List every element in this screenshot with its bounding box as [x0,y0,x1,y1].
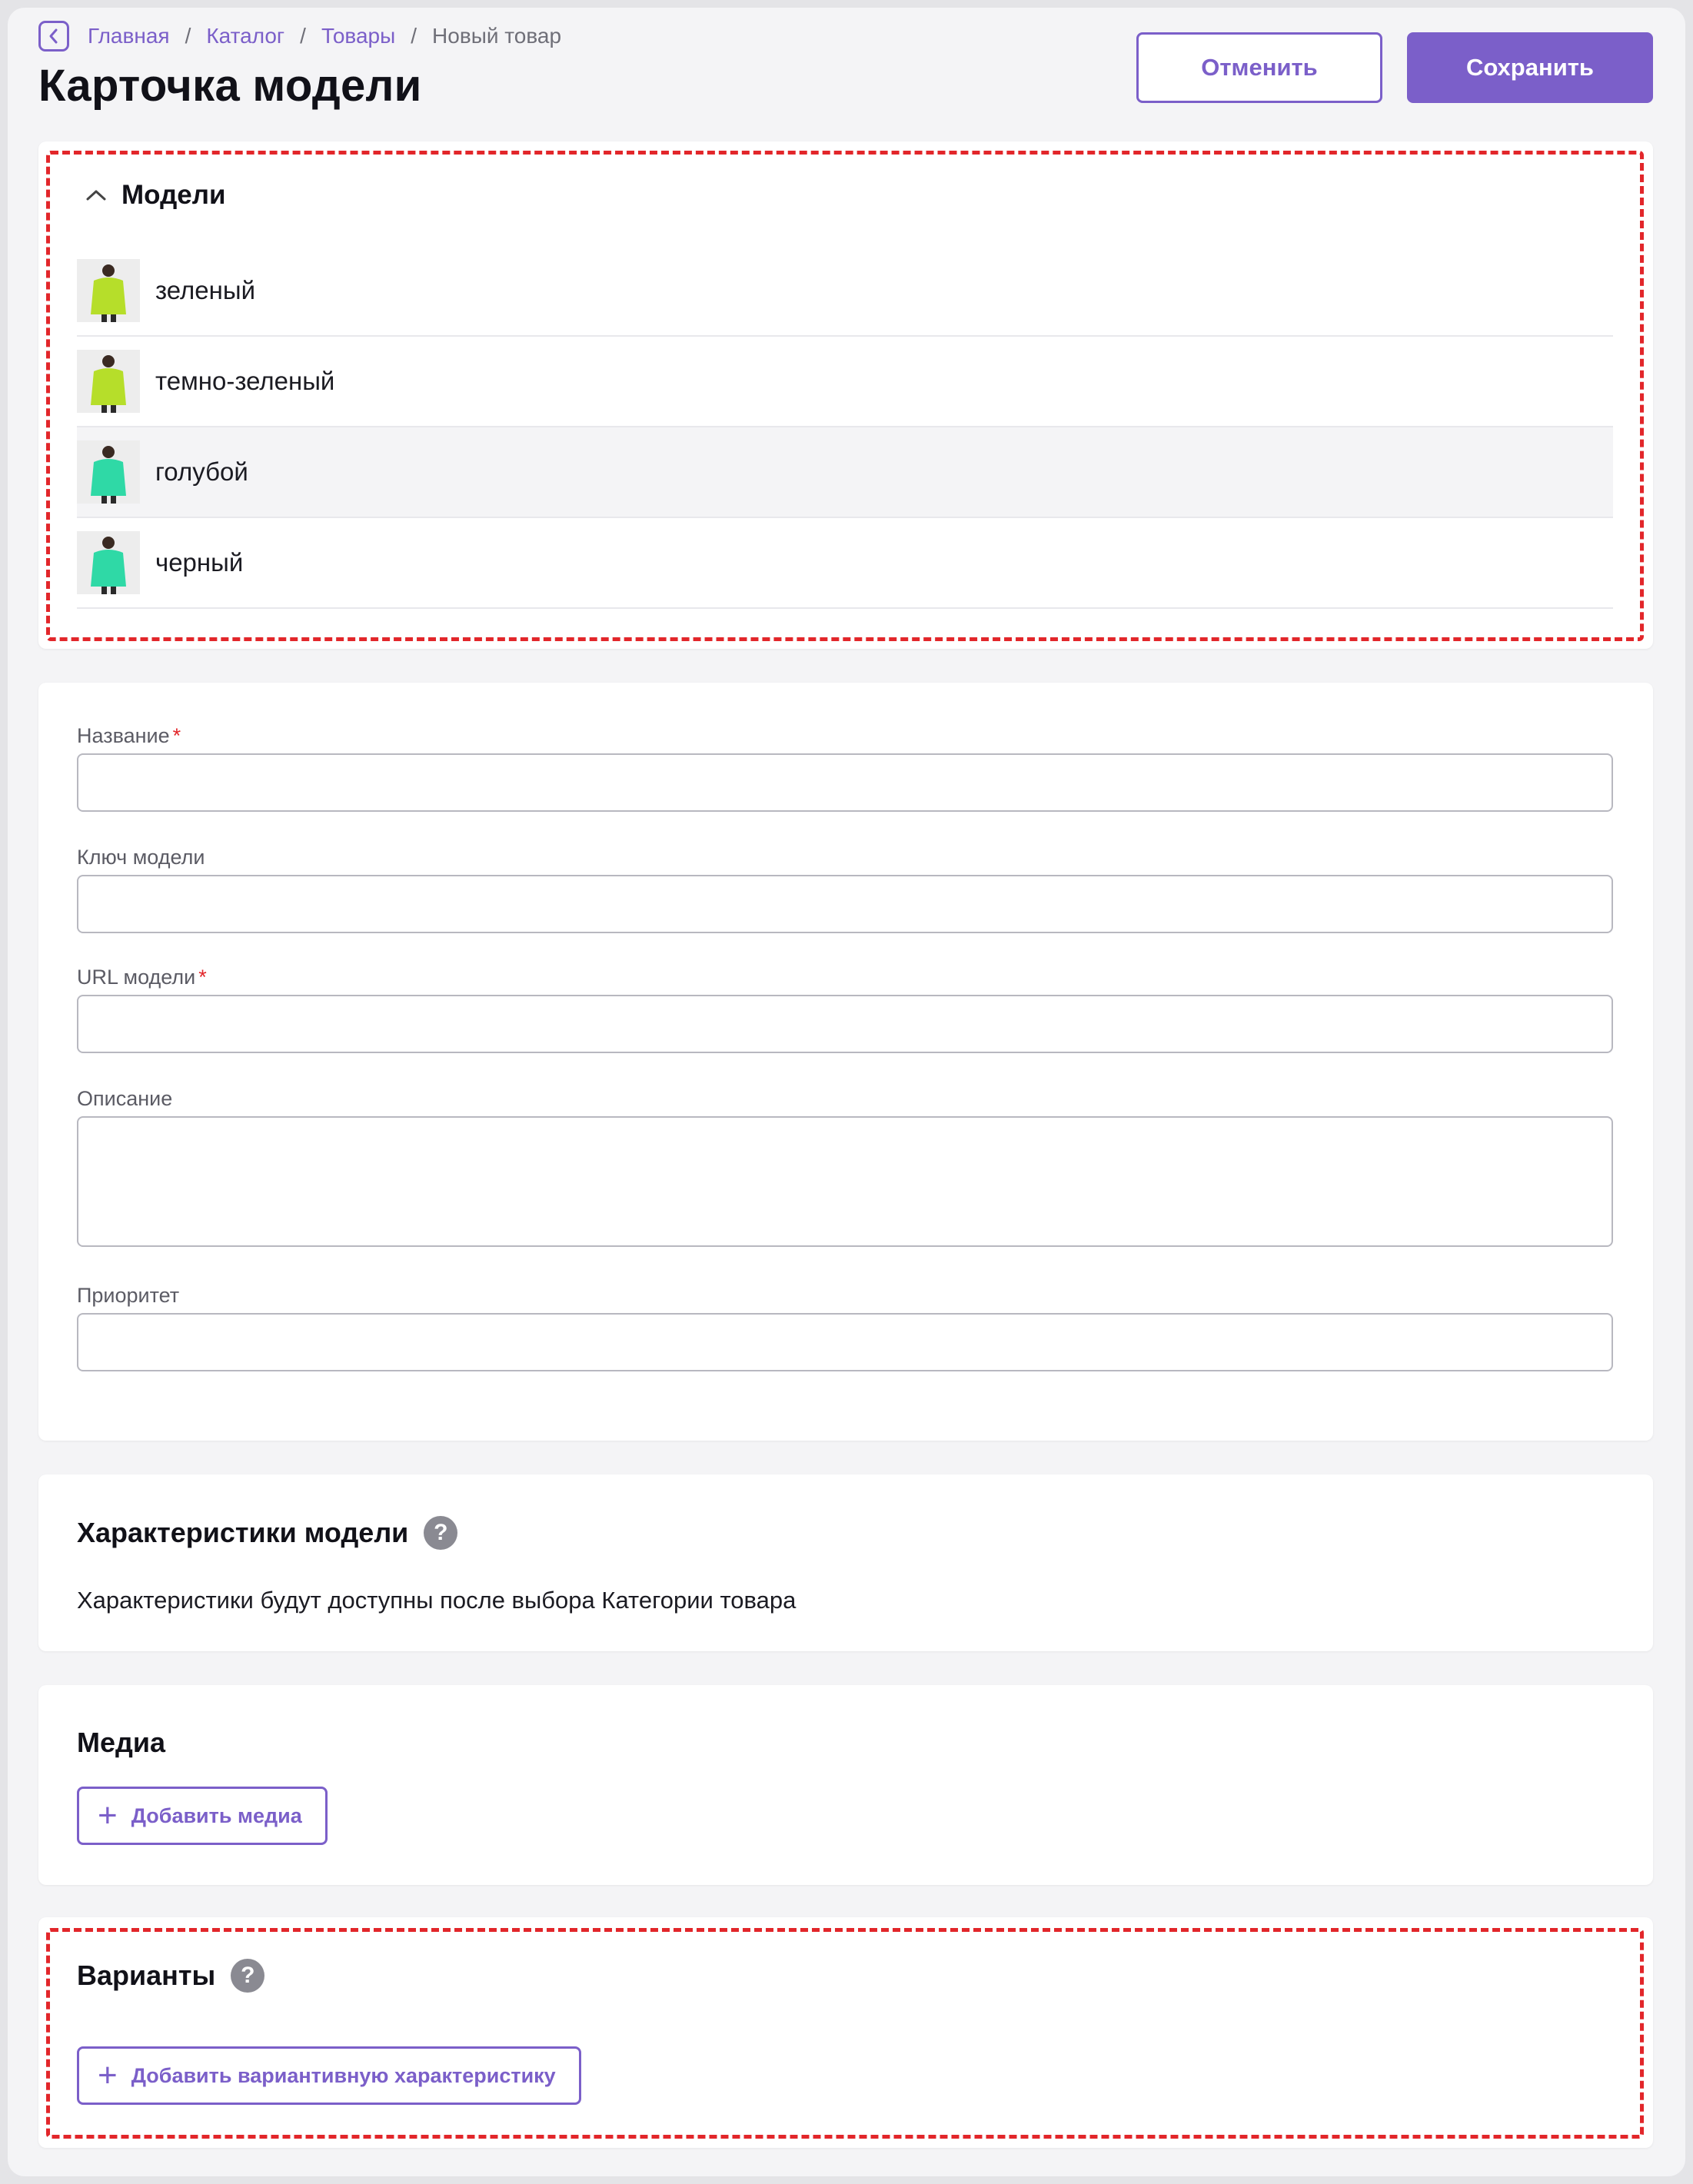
models-header[interactable]: Модели [85,180,226,211]
characteristics-title-text: Характеристики модели [77,1517,409,1548]
add-media-label: Добавить медиа [131,1803,302,1827]
add-variant-label: Добавить вариантивную характеристику [131,2063,556,2087]
variants-card: Варианты ? + Добавить вариантивную харак… [38,1917,1653,2148]
add-variant-characteristic-button[interactable]: + Добавить вариантивную характеристику [77,2046,581,2105]
chevron-up-icon [86,190,106,201]
save-button[interactable]: Сохранить [1407,32,1653,103]
models-card: Модели зеленый темно-зеленый голубой чер… [38,141,1653,649]
breadcrumb-link-products[interactable]: Товары [321,24,395,48]
variants-title: Варианты ? [77,1959,265,1993]
back-button[interactable] [38,21,69,52]
add-media-button[interactable]: + Добавить медиа [77,1787,328,1845]
model-form-card: Название * Ключ модели URL модели * Описан… [38,683,1653,1441]
model-label: голубой [155,457,248,486]
breadcrumb-current: Новый товар [432,24,562,48]
model-label: зеленый [155,276,256,304]
jacket-image [77,531,140,594]
chevron-left-icon [49,28,58,44]
model-key-input[interactable] [77,875,1613,933]
models-title: Модели [121,180,226,210]
breadcrumb-separator: / [300,24,306,48]
model-url-input[interactable] [77,995,1613,1053]
characteristics-card: Характеристики модели ? Характеристики б… [38,1474,1653,1651]
key-label: Ключ модели [77,846,205,869]
jacket-image [77,350,140,413]
plus-icon: + [98,2056,118,2094]
model-item[interactable]: темно-зеленый [77,337,1613,427]
priority-input[interactable] [77,1313,1613,1371]
model-item[interactable]: черный [77,518,1613,609]
breadcrumb-link-catalog[interactable]: Каталог [206,24,284,48]
model-thumbnail [77,531,140,594]
name-label: Название * [77,724,181,748]
model-item[interactable]: зеленый [77,246,1613,337]
media-card: Медиа + Добавить медиа [38,1685,1653,1885]
required-mark: * [172,724,181,747]
characteristics-info: Характеристики будут доступны после выбо… [77,1587,797,1614]
url-label-text: URL модели [77,966,196,989]
cancel-button[interactable]: Отменить [1136,32,1382,103]
model-thumbnail [77,350,140,413]
page-header: Главная / Каталог / Товары / Новый товар… [38,20,1653,112]
model-label: черный [155,548,244,577]
model-thumbnail [77,440,140,504]
characteristics-title: Характеристики модели ? [77,1516,458,1550]
breadcrumb: Главная / Каталог / Товары / Новый товар [38,20,561,52]
page-title: Карточка модели [38,61,422,111]
variants-title-text: Варианты [77,1960,216,1991]
model-item[interactable]: голубой [77,427,1613,518]
description-label: Описание [77,1087,173,1110]
jacket-image [77,440,140,504]
plus-icon: + [98,1797,118,1834]
help-icon[interactable]: ? [424,1516,458,1550]
model-label: темно-зеленый [155,367,335,395]
name-input[interactable] [77,753,1613,812]
media-title: Медиа [77,1727,166,1758]
priority-label: Приоритет [77,1284,180,1307]
name-label-text: Название [77,724,170,747]
description-textarea[interactable] [77,1116,1613,1247]
help-icon[interactable]: ? [231,1959,265,1993]
breadcrumb-separator: / [411,24,417,48]
jacket-image [77,259,140,322]
breadcrumb-link-home[interactable]: Главная [88,24,170,48]
required-mark: * [198,966,207,989]
breadcrumb-separator: / [185,24,191,48]
model-thumbnail [77,259,140,322]
url-label: URL модели * [77,966,207,989]
